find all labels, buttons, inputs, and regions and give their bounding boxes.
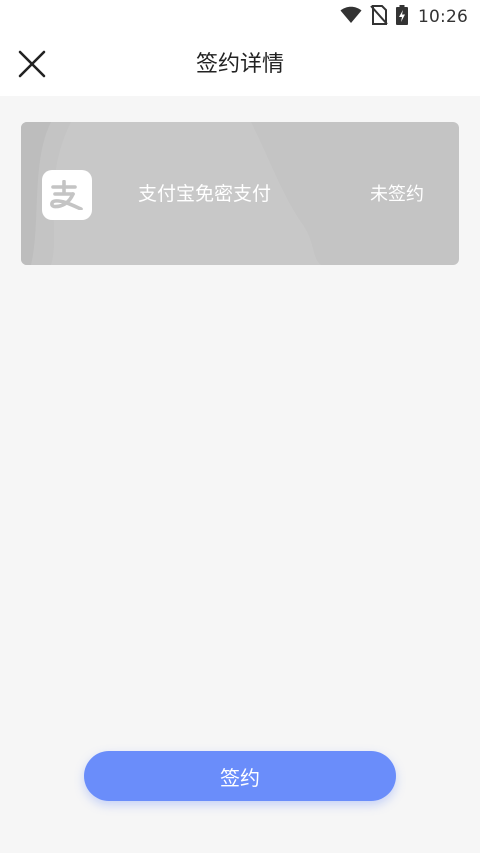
sign-status-label: 未签约 xyxy=(370,184,424,205)
sign-button[interactable]: 签约 xyxy=(84,751,396,801)
header: 签约详情 xyxy=(0,34,480,96)
status-time: 10:26 xyxy=(418,7,468,27)
contract-card[interactable]: 支付宝免密支付 未签约 xyxy=(21,122,459,265)
status-bar: 10:26 xyxy=(0,0,480,34)
page-title: 签约详情 xyxy=(195,52,284,77)
battery-charging-icon xyxy=(396,5,408,29)
wifi-icon xyxy=(340,6,362,28)
service-name: 支付宝免密支付 xyxy=(138,183,272,205)
no-sim-icon xyxy=(370,5,388,29)
alipay-logo-icon xyxy=(42,170,92,220)
status-icons: 10:26 xyxy=(340,5,468,29)
